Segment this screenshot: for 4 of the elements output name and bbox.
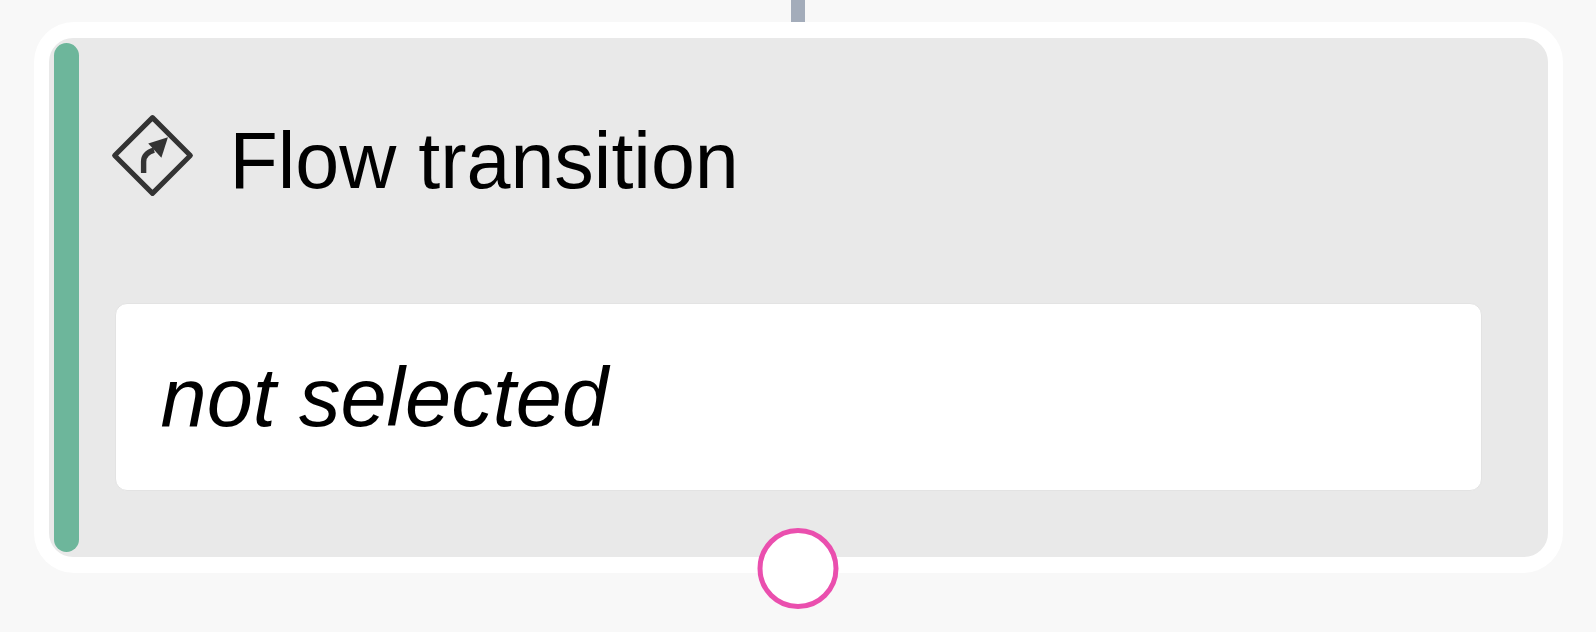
selection-field[interactable]: not selected [114, 303, 1482, 491]
flow-node[interactable]: Flow transition not selected [33, 22, 1563, 573]
turn-sign-icon [109, 112, 195, 198]
node-title: Flow transition [229, 121, 739, 200]
